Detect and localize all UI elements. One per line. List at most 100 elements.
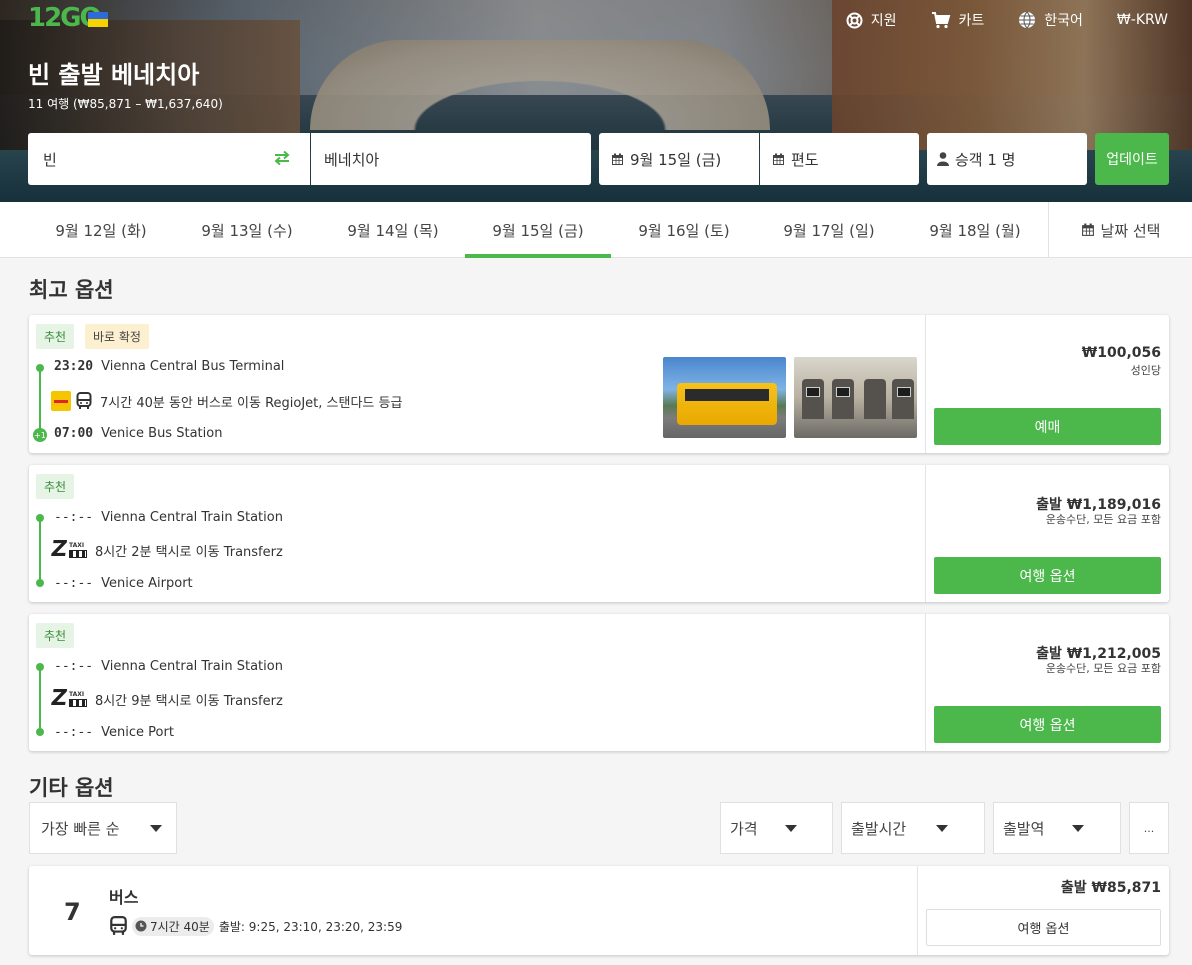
result-card[interactable]: 7 버스 7시간 40분 출발: 9:25, 23:10, 23:20, 23:…: [29, 866, 1169, 955]
transferz-logo-small: TAXI: [68, 541, 85, 549]
book-button[interactable]: 예매: [934, 408, 1161, 445]
to-field[interactable]: 베네치아: [311, 133, 591, 185]
departure-row: 23:20 Vienna Central Bus Terminal: [54, 359, 284, 374]
trip-description: 7시간 40분 동안 버스로 이동 RegioJet, 스탠다드 등급: [51, 391, 402, 411]
update-button[interactable]: 업데이트: [1095, 133, 1169, 185]
timeline-dot: [36, 514, 44, 522]
trip-card[interactable]: 추천 --:-- Vienna Central Train Station Z …: [29, 614, 1169, 751]
transferz-logo-mark: Z: [49, 537, 69, 562]
date-picker-label: 날짜 선택: [1100, 221, 1161, 240]
result-meta: 7시간 40분 출발: 9:25, 23:10, 23:20, 23:59: [109, 916, 402, 936]
sort-select[interactable]: 가장 빠른 순: [29, 802, 177, 854]
next-day-badge: +1: [33, 428, 47, 442]
top-nav: 지원 카트 한국어 ₩-KRW: [812, 10, 1168, 30]
date-tab[interactable]: 9월 17일 (일): [756, 202, 902, 258]
other-options-heading: 기타 옵션: [29, 776, 114, 800]
more-filters-button[interactable]: ...: [1129, 802, 1169, 854]
bus-icon: [76, 392, 92, 409]
price-note: 운송수단, 모든 요금 포함: [1045, 513, 1161, 526]
arrival-row: 07:00 Venice Bus Station: [54, 426, 222, 441]
price-panel: 출발 ₩1,212,005 운송수단, 모든 요금 포함 여행 옵션: [925, 614, 1169, 751]
price-panel: ₩100,056 성인당 예매: [925, 315, 1169, 453]
trip-description: Z TAXI 8시간 2분 택시로 이동 Transferz: [49, 537, 282, 562]
timeline-dot: [36, 728, 44, 736]
filter-departure-time[interactable]: 출발시간: [841, 802, 985, 854]
arrival-row: --:-- Venice Airport: [54, 576, 193, 591]
price: 출발 ₩85,871: [1060, 880, 1161, 896]
trip-card[interactable]: 추천 바로 확정 +1 23:20 Vienna Central Bus Ter…: [29, 315, 1169, 453]
date-tab[interactable]: 9월 14일 (목): [320, 202, 466, 258]
trip-options-button[interactable]: 여행 옵션: [934, 557, 1161, 594]
departure-station: Vienna Central Train Station: [101, 659, 283, 674]
bus-exterior-photo[interactable]: [663, 357, 786, 438]
clock-icon: [135, 920, 147, 932]
ukraine-flag-icon: [88, 12, 108, 27]
duration-pill: 7시간 40분: [132, 916, 214, 936]
page-subtitle: 11 여행 (₩85,871 – ₩1,637,640): [28, 97, 223, 111]
trip-options-button[interactable]: 여행 옵션: [934, 706, 1161, 743]
nav-support[interactable]: 지원: [846, 10, 897, 30]
nav-currency[interactable]: ₩-KRW: [1117, 10, 1168, 30]
price-panel: 출발 ₩1,189,016 운송수단, 모든 요금 포함 여행 옵션: [925, 465, 1169, 602]
from-field[interactable]: 빈: [28, 133, 310, 185]
date-tab[interactable]: 9월 18일 (월): [902, 202, 1048, 258]
passengers-field[interactable]: 승객 1 명: [927, 133, 1087, 185]
filter-price[interactable]: 가격: [720, 802, 833, 854]
price-note: 운송수단, 모든 요금 포함: [1045, 662, 1161, 675]
transferz-logo-icon: Z TAXI: [49, 686, 87, 711]
calendar-icon: [612, 153, 623, 165]
departure-times: 출발: 9:25, 23:10, 23:20, 23:59: [218, 919, 403, 934]
regiojet-logo-icon: [51, 391, 71, 411]
bus-interior-photo[interactable]: [794, 357, 917, 438]
transferz-logo-icon: Z TAXI: [49, 537, 87, 562]
departure-station: Vienna Central Bus Terminal: [101, 359, 285, 374]
price-note: 성인당: [1130, 364, 1161, 377]
trip-options-button[interactable]: 여행 옵션: [926, 909, 1161, 946]
nav-language-label: 한국어: [1044, 13, 1083, 29]
bus-icon: [110, 916, 127, 935]
return-field[interactable]: 편도: [760, 133, 919, 185]
site-logo[interactable]: 12GO: [28, 3, 102, 37]
date-tab-active[interactable]: 9월 15일 (금): [465, 202, 611, 258]
date-tabs: 9월 12일 (화) 9월 13일 (수) 9월 14일 (목) 9월 15일 …: [0, 202, 1192, 258]
departure-row: --:-- Vienna Central Train Station: [54, 510, 283, 525]
cart-icon: [931, 11, 950, 28]
recommended-badge: 추천: [36, 474, 75, 499]
more-filters-label: ...: [1143, 821, 1155, 835]
timeline-line: [39, 367, 41, 435]
trip-card[interactable]: 추천 --:-- Vienna Central Train Station Z …: [29, 465, 1169, 602]
departure-time: --:--: [54, 659, 94, 674]
nav-cart-label: 카트: [958, 13, 985, 29]
instant-confirm-badge: 바로 확정: [85, 324, 149, 349]
nav-cart[interactable]: 카트: [931, 10, 985, 30]
date-tab[interactable]: 9월 16일 (토): [611, 202, 757, 258]
caret-down-icon: [785, 825, 797, 832]
caret-down-icon: [150, 825, 162, 832]
swap-icon[interactable]: [274, 150, 290, 166]
timeline-dot: [36, 364, 44, 372]
timeline-line: [39, 667, 41, 733]
arrival-time: --:--: [54, 725, 94, 740]
filter-price-label: 가격: [730, 819, 758, 838]
return-value: 편도: [791, 150, 819, 169]
calendar-icon: [1081, 223, 1094, 236]
date-field[interactable]: 9월 15일 (금): [599, 133, 759, 185]
recommended-badge: 추천: [36, 324, 75, 349]
passengers-value: 승객 1 명: [955, 150, 1016, 169]
recommended-badge: 추천: [36, 623, 75, 648]
duration-text: 7시간 40분: [150, 919, 210, 934]
date-value: 9월 15일 (금): [630, 150, 722, 169]
filter-departure-station-label: 출발역: [1003, 819, 1045, 838]
timeline-dot: [36, 663, 44, 671]
filter-departure-station[interactable]: 출발역: [993, 802, 1121, 854]
transferz-logo-small: TAXI: [68, 690, 85, 698]
lifebuoy-icon: [846, 12, 863, 28]
nav-language[interactable]: 한국어: [1018, 10, 1083, 30]
date-tab[interactable]: 9월 12일 (화): [28, 202, 174, 258]
date-tab[interactable]: 9월 13일 (수): [174, 202, 320, 258]
price-panel: 출발 ₩85,871 여행 옵션: [917, 866, 1169, 955]
to-value: 베네치아: [324, 150, 380, 169]
arrival-station: Venice Bus Station: [101, 426, 223, 441]
arrival-row: --:-- Venice Port: [54, 725, 174, 740]
date-picker-button[interactable]: 날짜 선택: [1048, 202, 1192, 258]
